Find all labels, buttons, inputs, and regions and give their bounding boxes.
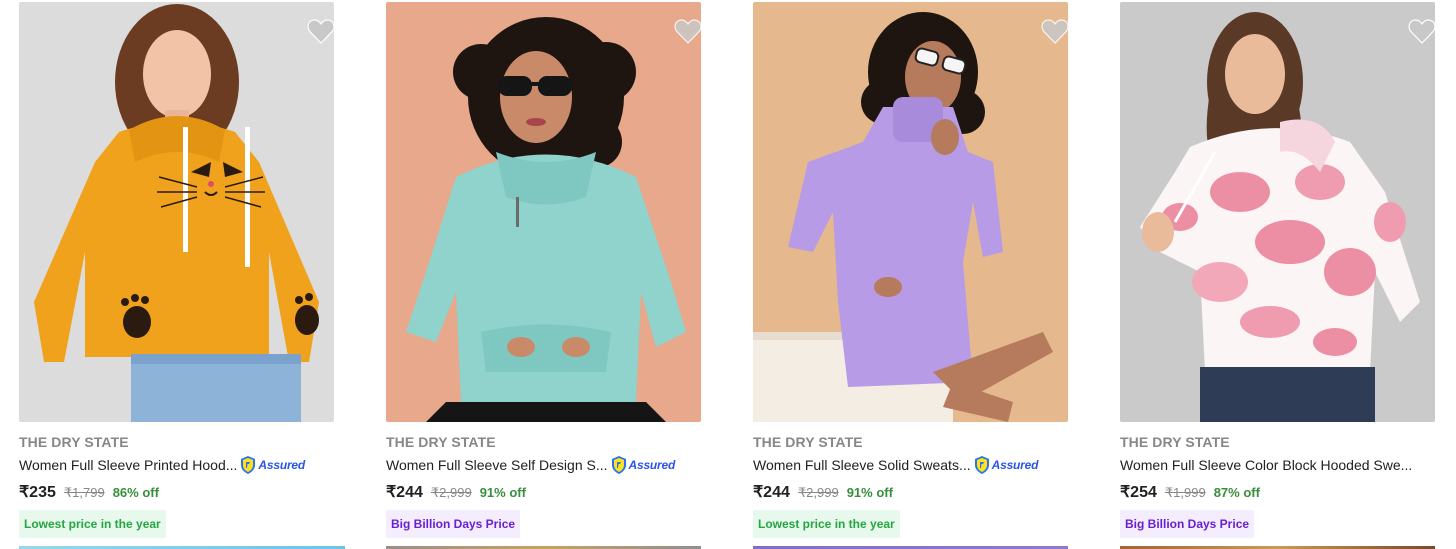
shield-icon	[974, 456, 989, 474]
title-row: Women Full Sleeve Color Block Hooded Swe…	[1120, 455, 1412, 475]
heart-icon[interactable]	[1408, 18, 1436, 44]
product-card[interactable]: THE DRY STATE Women Full Sleeve Self Des…	[386, 0, 702, 549]
title-row: Women Full Sleeve Self Design S... Assur…	[386, 455, 675, 475]
product-card[interactable]: THE DRY STATE Women Full Sleeve Solid Sw…	[753, 0, 1069, 549]
product-title[interactable]: Women Full Sleeve Self Design S...	[386, 457, 608, 473]
product-card[interactable]: THE DRY STATE Women Full Sleeve Color Bl…	[1120, 0, 1436, 549]
offer-badge: Big Billion Days Price	[1120, 510, 1255, 538]
product-image[interactable]	[19, 2, 334, 422]
price-row: ₹244 ₹2,999 91% off	[753, 482, 893, 502]
title-row: Women Full Sleeve Printed Hood... Assure…	[19, 455, 305, 475]
assured-badge: Assured	[610, 455, 676, 475]
assured-badge: Assured	[239, 455, 305, 475]
shield-icon	[611, 456, 626, 474]
discount-percent: 91% off	[479, 485, 526, 500]
brand-name: THE DRY STATE	[386, 434, 496, 450]
assured-label: Assured	[628, 458, 676, 472]
offer-badge: Lowest price in the year	[19, 510, 166, 538]
product-grid: THE DRY STATE Women Full Sleeve Printed …	[0, 0, 1456, 549]
offer-badge: Lowest price in the year	[753, 510, 900, 538]
heart-icon[interactable]	[674, 18, 702, 44]
original-price: ₹1,999	[1164, 485, 1206, 500]
brand-name: THE DRY STATE	[753, 434, 863, 450]
discount-percent: 86% off	[112, 485, 159, 500]
product-title[interactable]: Women Full Sleeve Color Block Hooded Swe…	[1120, 457, 1412, 473]
product-title[interactable]: Women Full Sleeve Printed Hood...	[19, 457, 237, 473]
offer-badge: Big Billion Days Price	[386, 510, 521, 538]
brand-name: THE DRY STATE	[1120, 434, 1230, 450]
brand-name: THE DRY STATE	[19, 434, 129, 450]
product-image[interactable]	[386, 2, 701, 422]
discount-percent: 91% off	[846, 485, 893, 500]
selling-price: ₹244	[753, 484, 790, 501]
product-card[interactable]: THE DRY STATE Women Full Sleeve Printed …	[19, 0, 345, 549]
title-row: Women Full Sleeve Solid Sweats... Assure…	[753, 455, 1038, 475]
assured-label: Assured	[258, 458, 306, 472]
price-row: ₹244 ₹2,999 91% off	[386, 482, 526, 502]
shield-icon	[241, 456, 256, 474]
selling-price: ₹244	[386, 484, 423, 501]
original-price: ₹2,999	[430, 485, 472, 500]
original-price: ₹1,799	[63, 485, 105, 500]
discount-percent: 87% off	[1213, 485, 1260, 500]
price-row: ₹254 ₹1,999 87% off	[1120, 482, 1260, 502]
heart-icon[interactable]	[1041, 18, 1069, 44]
product-title[interactable]: Women Full Sleeve Solid Sweats...	[753, 457, 971, 473]
original-price: ₹2,999	[797, 485, 839, 500]
product-image[interactable]	[753, 2, 1068, 422]
selling-price: ₹254	[1120, 484, 1157, 501]
product-image[interactable]	[1120, 2, 1435, 422]
heart-icon[interactable]	[307, 18, 335, 44]
selling-price: ₹235	[19, 484, 56, 501]
assured-label: Assured	[991, 458, 1039, 472]
price-row: ₹235 ₹1,799 86% off	[19, 482, 159, 502]
assured-badge: Assured	[973, 455, 1039, 475]
